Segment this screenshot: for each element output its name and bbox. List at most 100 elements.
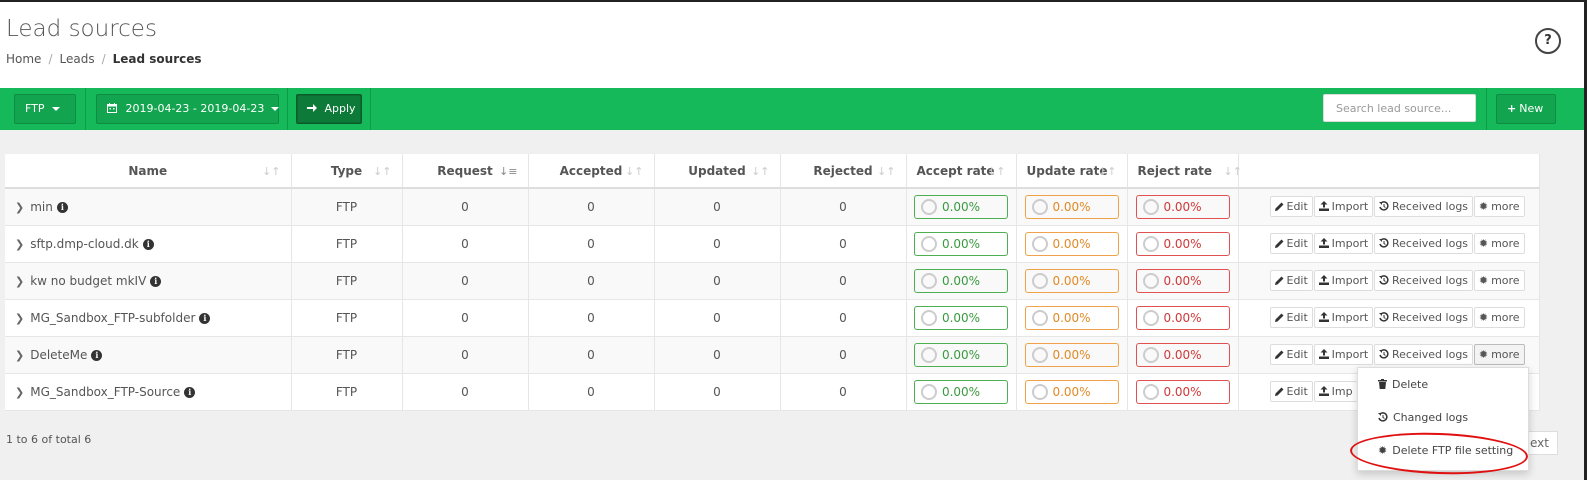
update-rate-badge: 0.00% [1024,379,1119,404]
column-label: Accept rate [916,163,995,178]
sort-icon[interactable]: ↓↑ [751,165,769,178]
info-icon[interactable]: i [91,349,103,361]
rejected-cell: 0 [780,373,907,411]
menu-item-delete[interactable]: Delete [1378,378,1428,391]
edit-button[interactable]: Edit [1269,307,1313,328]
import-button[interactable]: Imp [1313,381,1357,402]
sort-icon[interactable]: ↓↑ [1098,165,1116,178]
progress-ring-icon [921,198,937,215]
lead-source-name[interactable]: MG_Sandbox_FTP-subfolder [30,311,195,325]
pencil-icon [1274,385,1287,398]
import-button[interactable]: Import [1313,270,1374,291]
info-icon[interactable]: i [150,275,162,287]
name-cell: ❯ min i [5,188,292,226]
column-header-type[interactable]: Type ↓↑ [291,154,403,189]
received-logs-button[interactable]: Received logs [1373,307,1474,328]
table-header-row: Name ↓↑ Type ↓↑ Request ↓≡ Accepted ↓↑ Updat… [5,154,1540,189]
update-rate-cell: 0.00% [1016,336,1128,374]
accept-rate-value: 0.00% [941,199,981,214]
lead-source-name[interactable]: MG_Sandbox_FTP-Source [30,385,180,399]
more-button[interactable]: ✹ more [1473,270,1525,291]
import-button[interactable]: Import [1313,307,1374,328]
new-button[interactable]: + New [1496,94,1556,124]
breadcrumb-home[interactable]: Home [6,52,41,66]
reject-rate-badge: 0.00% [1135,379,1230,404]
upload-icon [1318,385,1332,398]
lead-source-name[interactable]: min [30,200,53,214]
column-header-rejected[interactable]: Rejected ↓↑ [780,154,907,189]
name-cell: ❯ DeleteMe i [5,336,292,374]
search-input[interactable] [1323,94,1476,122]
column-header-update-rate[interactable]: Update rate ↓↑ [1016,154,1128,189]
accepted-cell: 0 [528,262,655,300]
apply-button[interactable]: Apply [296,94,362,124]
lead-source-name[interactable]: sftp.dmp-cloud.dk [30,237,139,251]
sort-icon[interactable]: ↓↑ [262,165,280,178]
progress-ring-icon [921,235,937,252]
sort-icon[interactable]: ↓↑ [877,165,895,178]
column-header-updated[interactable]: Updated ↓↑ [654,154,781,189]
update-rate-cell: 0.00% [1016,262,1128,300]
sort-icon[interactable]: ↓↑ [625,165,643,178]
more-button[interactable]: ✹ more [1473,344,1525,365]
sort-icon[interactable]: ↓↑ [373,165,391,178]
edit-button[interactable]: Edit [1269,344,1313,365]
help-button[interactable]: ? [1535,28,1561,54]
column-header-request[interactable]: Request ↓≡ [402,154,529,189]
info-icon[interactable]: i [142,238,154,250]
edit-button[interactable]: Edit [1269,233,1313,254]
reject-rate-badge: 0.00% [1135,268,1230,293]
column-label: Type [330,163,363,178]
edit-button[interactable]: Edit [1269,381,1313,402]
lead-source-name[interactable]: kw no budget mkIV [30,274,146,288]
import-button[interactable]: Import [1313,233,1374,254]
import-button[interactable]: Import [1313,344,1374,365]
received-logs-label: Received logs [1391,274,1469,287]
pencil-icon [1274,200,1287,213]
sort-icon[interactable]: ↓↑ [987,165,1005,178]
breadcrumb-leads[interactable]: Leads [59,52,94,66]
updated-cell: 0 [654,299,781,337]
column-header-name[interactable]: Name ↓↑ [5,154,292,189]
column-header-accepted[interactable]: Accepted ↓↑ [528,154,655,189]
actions-cell: Edit Import Received logs ✹ more [1238,299,1540,337]
window-frame-top [0,0,1587,2]
menu-item-changed-logs[interactable]: Changed logs [1378,411,1468,424]
column-header-accept-rate[interactable]: Accept rate ↓↑ [906,154,1017,189]
update-rate-badge: 0.00% [1024,342,1119,367]
sort-desc-icon[interactable]: ↓≡ [499,165,517,178]
received-logs-button[interactable]: Received logs [1373,233,1474,254]
date-range-picker[interactable]: 2019-04-23 - 2019-04-23 [96,94,280,124]
chevron-right-icon[interactable]: ❯ [15,201,24,214]
more-button[interactable]: ✹ more [1473,307,1525,328]
received-logs-button[interactable]: Received logs [1373,270,1474,291]
chevron-right-icon[interactable]: ❯ [15,312,24,325]
info-icon[interactable]: i [184,386,196,398]
chevron-right-icon[interactable]: ❯ [15,275,24,288]
received-logs-button[interactable]: Received logs [1373,196,1474,218]
column-header-reject-rate[interactable]: Reject rate ↓↑ [1127,154,1242,189]
edit-button[interactable]: Edit [1269,270,1313,291]
rejected-cell: 0 [780,299,907,337]
chevron-right-icon[interactable]: ❯ [15,386,24,399]
more-button[interactable]: ✹ more [1473,196,1525,218]
pencil-icon [1274,274,1287,287]
chevron-right-icon[interactable]: ❯ [15,349,24,362]
edit-label: Edit [1286,348,1308,361]
breadcrumb-current: Lead sources [112,52,202,66]
request-cell: 0 [402,188,529,226]
progress-ring-icon [1142,346,1159,363]
received-logs-button[interactable]: Received logs [1373,344,1474,365]
update-rate-cell: 0.00% [1016,225,1128,263]
info-icon[interactable]: i [199,312,211,324]
chevron-right-icon[interactable]: ❯ [15,238,24,251]
reject-rate-value: 0.00% [1163,199,1202,214]
edit-button[interactable]: Edit [1269,196,1313,218]
info-icon[interactable]: i [56,201,68,213]
accept-rate-cell: 0.00% [906,336,1017,374]
type-filter-dropdown[interactable]: FTP [14,94,76,124]
calendar-icon [107,102,126,115]
import-button[interactable]: Import [1313,196,1374,218]
lead-source-name[interactable]: DeleteMe [30,348,87,362]
more-button[interactable]: ✹ more [1473,233,1525,254]
